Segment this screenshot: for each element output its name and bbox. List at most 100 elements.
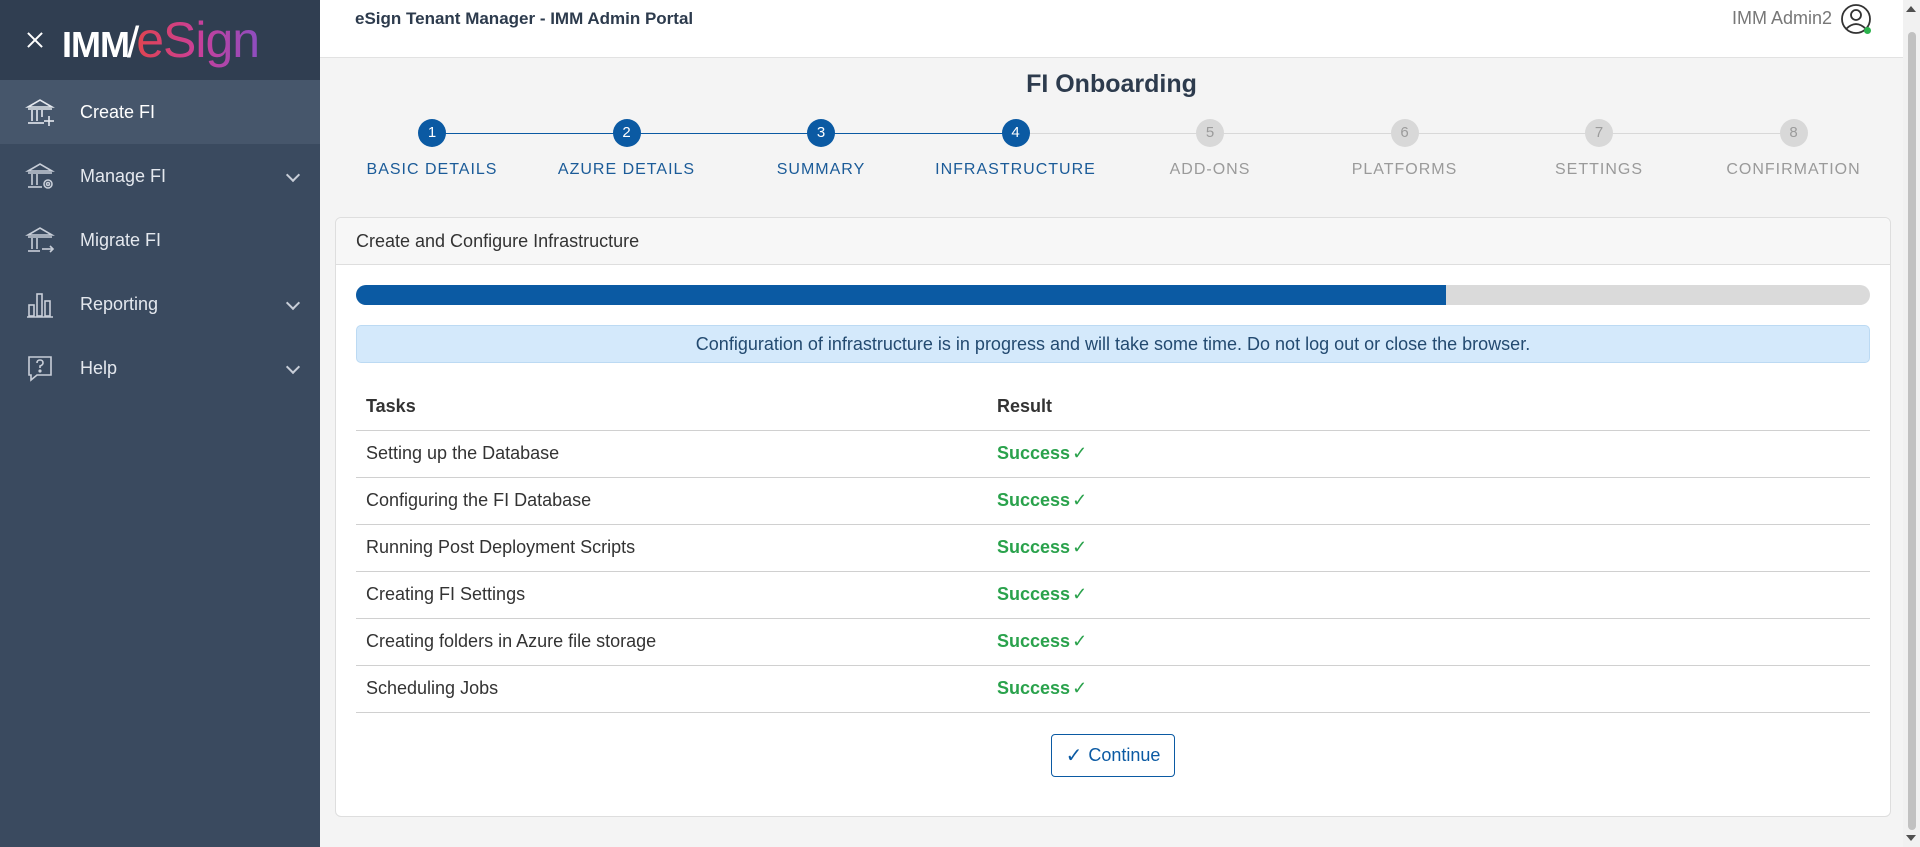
step-number: 6 (1390, 119, 1419, 147)
sidebar-item-create-fi[interactable]: Create FI (0, 80, 320, 144)
step-label: CONFIRMATION (1726, 161, 1861, 178)
step-label: PLATFORMS (1351, 161, 1458, 178)
bank-plus-icon (24, 96, 56, 128)
success-text: Success (997, 631, 1071, 651)
onboarding-stepper: 1 BASIC DETAILS 2 AZURE DETAILS 3 SUMMAR… (335, 116, 1895, 186)
success-text: Success (997, 678, 1071, 698)
sidebar-item-label: Help (80, 357, 118, 378)
success-text: Success (997, 537, 1071, 557)
step-azure-details[interactable]: 2 AZURE DETAILS (527, 116, 727, 179)
page-scrollbar[interactable] (1903, 0, 1920, 847)
step-settings: 7 SETTINGS (1499, 116, 1699, 179)
checkmark-icon: ✓ (1072, 631, 1088, 651)
sidebar-header: IMM / eSign (0, 0, 320, 80)
progress-fill (356, 285, 1447, 305)
checkmark-icon: ✓ (1072, 490, 1088, 510)
scrollbar-thumb[interactable] (1908, 32, 1916, 830)
infrastructure-card: Create and Configure Infrastructure Conf… (335, 217, 1891, 817)
continue-label: Continue (1088, 745, 1161, 765)
chevron-down-icon (285, 295, 301, 311)
success-text: Success (997, 584, 1071, 604)
task-name: Configuring the FI Database (356, 477, 987, 525)
page-title: FI Onboarding (1026, 70, 1197, 98)
card-header: Create and Configure Infrastructure (336, 218, 1890, 265)
step-number: 4 (1001, 119, 1030, 147)
success-text: Success (997, 443, 1071, 463)
step-number: 5 (1196, 119, 1224, 147)
step-number: 3 (807, 119, 835, 147)
scroll-up-arrow-icon[interactable] (1906, 6, 1916, 12)
step-label: AZURE DETAILS (557, 161, 696, 178)
sidebar-item-label: Manage FI (80, 165, 167, 186)
chevron-down-icon (285, 167, 301, 183)
sidebar-item-label: Create FI (80, 101, 156, 122)
task-result: Success ✓ (987, 430, 1870, 478)
app-title: eSign Tenant Manager - IMM Admin Portal (355, 9, 694, 28)
step-summary[interactable]: 3 SUMMARY (721, 116, 921, 179)
sidebar-item-label: Reporting (80, 293, 159, 314)
task-name: Running Post Deployment Scripts (356, 524, 987, 572)
step-label: ADD-ONS (1169, 161, 1251, 178)
table-row: Scheduling Jobs Success ✓ (356, 665, 1870, 713)
task-result: Success ✓ (987, 524, 1870, 572)
scroll-down-arrow-icon[interactable] (1906, 835, 1916, 841)
task-result: Success ✓ (987, 571, 1870, 619)
step-number: 1 (418, 119, 446, 147)
sidebar-item-manage-fi[interactable]: Manage FI (0, 144, 320, 208)
step-confirmation: 8 CONFIRMATION (1694, 116, 1894, 179)
step-label: INFRASTRUCTURE (935, 161, 1096, 178)
success-text: Success (997, 490, 1071, 510)
table-row: Creating folders in Azure file storage S… (356, 618, 1870, 666)
step-infrastructure[interactable]: 4 INFRASTRUCTURE (916, 116, 1116, 179)
sidebar-item-help[interactable]: Help (0, 336, 320, 400)
continue-button[interactable]: ✓ Continue (1051, 734, 1175, 777)
bank-gear-icon (24, 160, 56, 192)
bank-arrow-icon (24, 224, 56, 256)
step-basic-details[interactable]: 1 BASIC DETAILS (332, 116, 532, 179)
step-label: SETTINGS (1554, 161, 1643, 178)
task-result: Success ✓ (987, 618, 1870, 666)
checkmark-icon: ✓ (1065, 745, 1083, 767)
step-label: SUMMARY (776, 161, 866, 178)
table-row: Creating FI Settings Success ✓ (356, 571, 1870, 619)
checkmark-icon: ✓ (1072, 678, 1088, 698)
table-row: Running Post Deployment Scripts Success ✓ (356, 524, 1870, 572)
task-name: Creating folders in Azure file storage (356, 618, 987, 666)
top-bar: eSign Tenant Manager - IMM Admin Portal … (320, 0, 1920, 58)
logo: IMM / eSign (62, 11, 260, 69)
task-result: Success ✓ (987, 477, 1870, 525)
close-icon[interactable] (22, 27, 48, 53)
chevron-down-icon (285, 359, 301, 375)
sidebar-item-label: Migrate FI (80, 229, 162, 250)
step-add-ons: 5 ADD-ONS (1110, 116, 1310, 179)
table-header-row: Tasks Result (356, 383, 1870, 431)
table-row: Configuring the FI Database Success ✓ (356, 477, 1870, 525)
step-platforms: 6 PLATFORMS (1305, 116, 1505, 179)
table-row: Setting up the Database Success ✓ (356, 430, 1870, 478)
tasks-table: Tasks Result Setting up the Database Suc… (356, 383, 1870, 713)
sidebar-item-reporting[interactable]: Reporting (0, 272, 320, 336)
sidebar-item-migrate-fi[interactable]: Migrate FI (0, 208, 320, 272)
step-number: 2 (612, 119, 641, 147)
checkmark-icon: ✓ (1072, 584, 1088, 604)
online-status-dot (1864, 27, 1871, 34)
column-header-result: Result (987, 383, 1870, 431)
sidebar: IMM / eSign Create FI Manage FI Migrate … (0, 0, 320, 847)
task-result: Success ✓ (987, 665, 1870, 713)
column-header-tasks: Tasks (356, 383, 987, 431)
user-name[interactable]: IMM Admin2 (1732, 8, 1832, 29)
task-name: Creating FI Settings (356, 571, 987, 619)
step-label: BASIC DETAILS (366, 161, 498, 178)
step-number: 8 (1779, 119, 1808, 147)
logo-esign: eSign (136, 12, 260, 68)
step-number: 7 (1585, 119, 1613, 147)
infrastructure-progress-bar (356, 285, 1870, 305)
checkmark-icon: ✓ (1072, 537, 1088, 557)
question-bubble-icon (24, 352, 56, 384)
bar-chart-icon (24, 288, 56, 320)
task-name: Scheduling Jobs (356, 665, 987, 713)
info-alert: Configuration of infrastructure is in pr… (356, 325, 1870, 363)
task-name: Setting up the Database (356, 430, 987, 478)
checkmark-icon: ✓ (1072, 443, 1088, 463)
logo-imm: IMM (62, 24, 130, 65)
